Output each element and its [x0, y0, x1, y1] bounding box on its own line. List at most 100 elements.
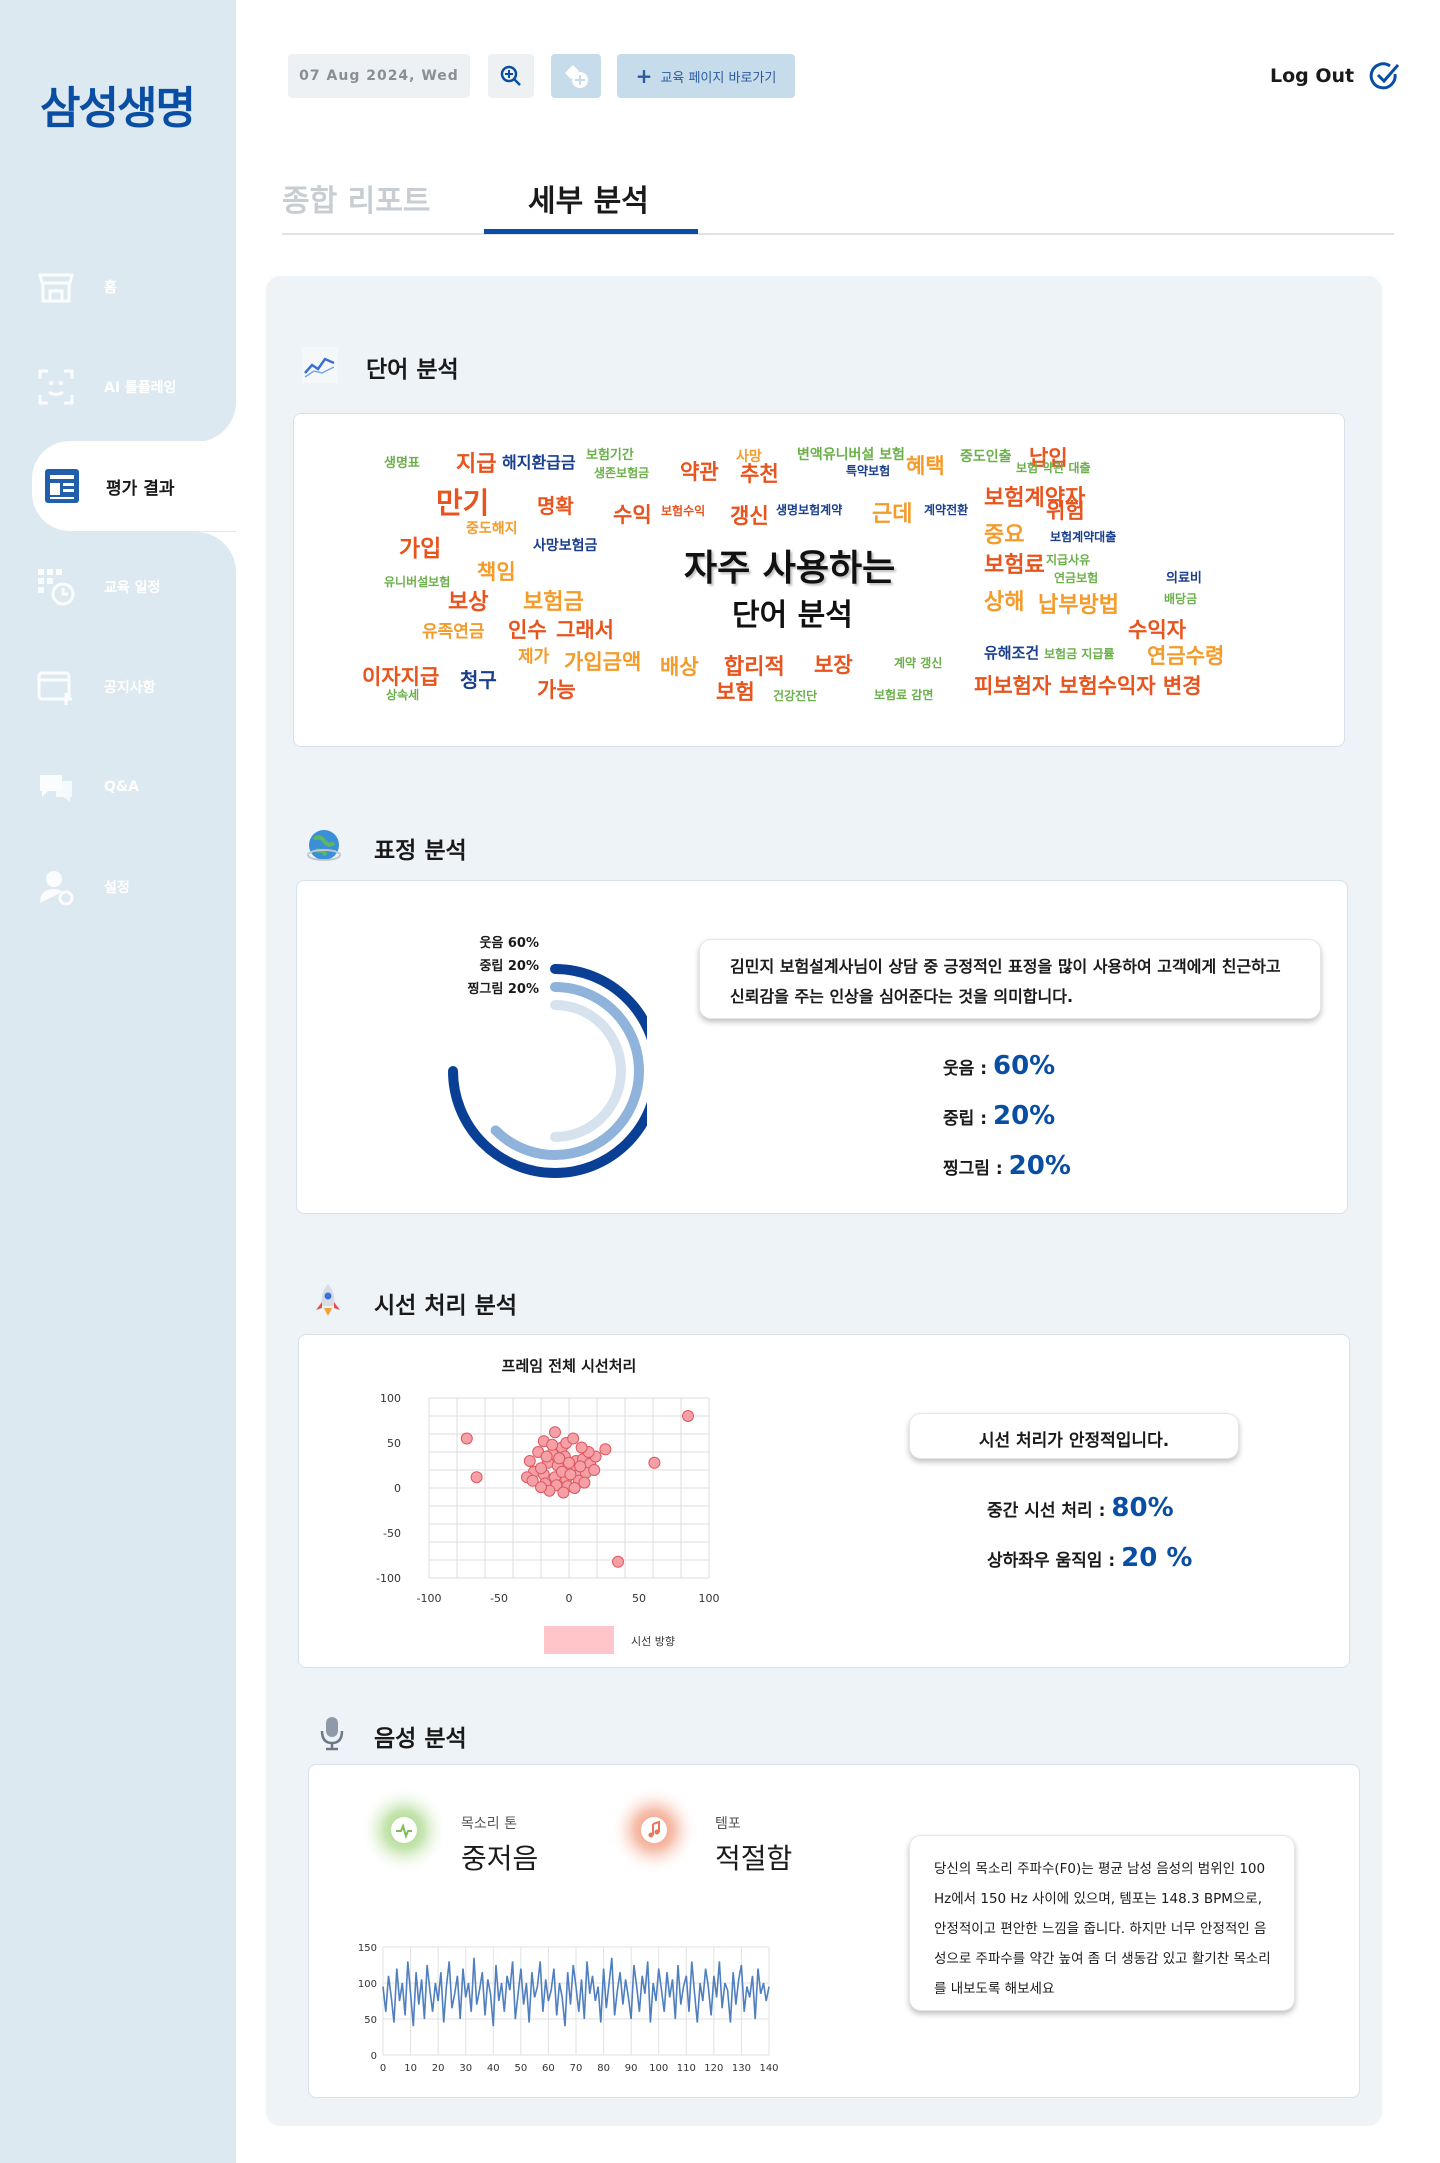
- stat-label: 찡그림 :: [943, 1159, 1003, 1179]
- word-cloud-word: 보험기간: [586, 448, 634, 463]
- scatter-point: [648, 1456, 661, 1469]
- sidebar-item-results[interactable]: 평가 결과: [32, 441, 236, 531]
- word-cloud-card: 생명표 지급 해지환급금 보험기간 생존보험금 약관 사망 추천 변액유니버설 보험 특약보험 혜택…: [293, 413, 1345, 747]
- y-tick-label: 0: [394, 1482, 401, 1495]
- scatter-point: [575, 1441, 588, 1454]
- date-display: 07 Aug 2024, Wed: [288, 54, 470, 98]
- sidebar-item-schedule[interactable]: 교육 일정: [0, 537, 236, 637]
- add-shape-icon: [565, 65, 588, 88]
- word-cloud-word: 보험료 감면: [874, 688, 934, 702]
- check-circle-icon: [1369, 62, 1400, 90]
- x-tick-label: 130: [732, 2063, 751, 2073]
- scatter-point: [460, 1432, 473, 1445]
- tone-value: 중저음: [461, 1842, 539, 1875]
- y-tick-label: 50: [364, 2015, 377, 2026]
- word-cloud-word: 보험료: [984, 553, 1045, 578]
- word-cloud-word: 책임: [477, 560, 516, 584]
- scatter-point: [540, 1450, 553, 1463]
- word-cloud-word: 상속세: [386, 688, 420, 702]
- y-tick-label: 50: [387, 1437, 401, 1450]
- word-cloud-word: 생존보험금: [594, 466, 650, 480]
- word-cloud-word: 청구: [460, 668, 497, 692]
- scatter-point: [567, 1432, 580, 1445]
- emotion-comment-bubble: 김민지 보험설계사님이 상담 중 긍정적인 표정을 많이 사용하여 고객에게 친…: [699, 939, 1321, 1019]
- tempo-label: 템포: [715, 1816, 741, 1832]
- word-cloud-word: 약관: [680, 460, 719, 484]
- word-cloud-word: 지급: [456, 452, 497, 477]
- sidebar-item-label: 홈: [104, 280, 117, 296]
- x-tick-label: 110: [677, 2063, 696, 2073]
- sidebar-item-settings[interactable]: 설정: [0, 837, 236, 937]
- word-cloud-word: 수익: [613, 503, 652, 527]
- stat-value: 60%: [993, 1051, 1056, 1081]
- word-cloud-word: 배상: [660, 655, 699, 679]
- ring-legend-label: 찡그림 20%: [467, 981, 539, 997]
- scatter-point: [526, 1474, 539, 1487]
- word-cloud-word: 혜택: [906, 454, 945, 478]
- scatter-point: [553, 1452, 566, 1465]
- sidebar-item-label: 평가 결과: [106, 478, 175, 499]
- word-cloud-word: 계약전환: [924, 503, 969, 517]
- word-cloud-word: 보험계약대출: [1050, 530, 1117, 544]
- x-tick-label: 100: [649, 2063, 668, 2073]
- logout-label: Log Out: [1270, 65, 1355, 87]
- microphone-icon: [320, 1717, 344, 1751]
- word-cloud-word: 변액유니버설 보험: [797, 447, 905, 463]
- x-tick-label: 20: [432, 2063, 445, 2073]
- store-icon: [38, 273, 74, 303]
- sidebar-item-home[interactable]: 홈: [0, 237, 236, 337]
- word-cloud-word: 유족연금: [422, 622, 485, 642]
- gaze-scatter-chart: 프레임 전체 시선처리 -100 -50 0 50 100 100 50 0 -50 -100 시선 …: [376, 1357, 720, 1654]
- word-cloud-word: 가능: [537, 678, 576, 702]
- word-cloud-word: 상해: [984, 590, 1025, 615]
- voice-comment-bubble: 당신의 목소리 주파수(F0)는 평균 남성 음성의 범위인 100 Hz에서 …: [909, 1835, 1295, 2011]
- word-cloud-center-title: 자주 사용하는: [684, 548, 896, 589]
- ring-legend-label: 웃음 60%: [479, 935, 539, 951]
- logout-button[interactable]: Log Out: [1270, 60, 1400, 92]
- sidebar: 삼성생명 홈 AI 롤플레잉 평가 결과 교육 일정 공지사항 Q&A 설정: [0, 0, 236, 2163]
- word-cloud-word: 보험금: [523, 590, 584, 615]
- x-tick-label: 100: [699, 1592, 720, 1605]
- word-cloud-word: 제가: [518, 647, 550, 667]
- scatter-point: [549, 1426, 561, 1439]
- emotion-ring-chart: 웃음 60% 중립 20% 찡그림 20%: [448, 935, 647, 1178]
- x-tick-label: -50: [490, 1592, 508, 1605]
- y-tick-label: -50: [383, 1527, 401, 1540]
- tab-summary-report[interactable]: 종합 리포트: [282, 176, 430, 220]
- stat-value: 20%: [993, 1101, 1056, 1131]
- scatter-point: [599, 1443, 612, 1456]
- edu-page-link-button[interactable]: + 교육 페이지 바로가기: [617, 54, 795, 98]
- sidebar-item-label: 공지사항: [104, 680, 156, 696]
- brand-logo[interactable]: 삼성생명: [40, 72, 196, 136]
- sidebar-item-qna[interactable]: Q&A: [0, 737, 236, 837]
- word-cloud-word: 해지환급금: [502, 453, 576, 472]
- word-cloud-word: 보험금 지급률: [1044, 647, 1115, 661]
- voice-frequency-chart: 150 100 50 00 10 20 30 40 50 60 70 80 90 100 110 120 130…: [358, 1943, 779, 2073]
- tone-label: 목소리 톤: [461, 1816, 517, 1832]
- scatter-point: [535, 1462, 547, 1475]
- x-tick-label: 60: [542, 2063, 555, 2073]
- word-cloud-word: 배당금: [1164, 592, 1198, 606]
- sidebar-item-notice[interactable]: 공지사항: [0, 637, 236, 737]
- y-tick-label: -100: [376, 1572, 401, 1585]
- tab-detail-analysis[interactable]: 세부 분석: [528, 176, 649, 220]
- x-tick-label: 0: [566, 1592, 573, 1605]
- word-cloud-word: 중도해지: [466, 521, 518, 537]
- word-cloud-word: 의료비: [1166, 571, 1202, 586]
- emotion-stat-smile: 웃음 : 60%: [943, 1051, 1055, 1081]
- word-cloud-word: 가입: [399, 536, 442, 562]
- stat-value: 20 %: [1121, 1543, 1193, 1573]
- face-scan-icon: [38, 369, 74, 405]
- voice-analysis-title: 음성 분석: [374, 1726, 467, 1752]
- calendar-clock-icon: [38, 569, 75, 606]
- user-settings-icon: [40, 871, 74, 906]
- zoom-in-button[interactable]: [488, 54, 534, 98]
- sidebar-item-ai-roleplay[interactable]: AI 롤플레잉: [0, 337, 236, 437]
- x-tick-label: 120: [704, 2063, 723, 2073]
- rocket-icon: [316, 1284, 340, 1316]
- x-tick-label: 70: [570, 2063, 583, 2073]
- line-chart-icon: [302, 347, 338, 383]
- word-cloud-word: 보장: [814, 653, 853, 677]
- add-item-button[interactable]: [551, 54, 601, 98]
- word-cloud-word: 그래서: [556, 618, 614, 642]
